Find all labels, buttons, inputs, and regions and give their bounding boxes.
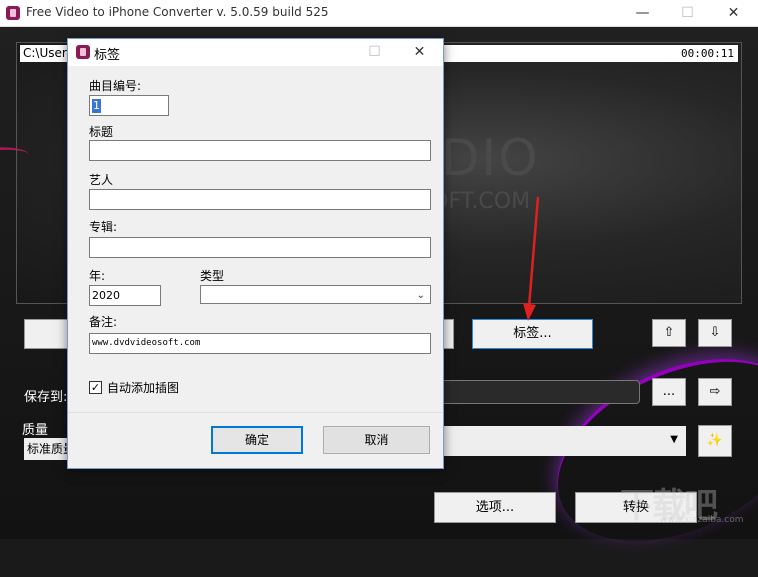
watermark-url: www.xiazaiba.com: [660, 515, 744, 525]
quality-dropdown[interactable]: ▼: [444, 426, 686, 456]
auto-cover-label[interactable]: 自动添加插图: [107, 379, 179, 396]
track-number-field[interactable]: 1: [89, 95, 169, 116]
genre-label: 类型: [200, 269, 225, 283]
red-arrow-annotation: [523, 196, 540, 321]
chevron-down-icon: ⌄: [416, 290, 425, 301]
logo-url-text: OFT.COM: [431, 189, 531, 214]
maximize-button[interactable]: ☐: [665, 0, 710, 27]
comment-label: 备注:: [89, 315, 118, 329]
auto-cover-checkbox[interactable]: ✓: [89, 381, 102, 394]
track-number-value: 1: [92, 99, 101, 113]
save-path-field[interactable]: [440, 380, 640, 404]
browse-button[interactable]: ...: [652, 378, 686, 406]
track-number-label: 曲目编号:: [89, 79, 142, 93]
tags-dialog: 标签 ☐ ✕ 曲目编号: 1 标题 艺人 专辑: 年: 2020 类型 ⌄ 备注…: [67, 38, 444, 469]
cancel-button[interactable]: 取消: [323, 426, 430, 454]
album-label: 专辑:: [89, 220, 118, 234]
magic-wand-button[interactable]: ✨: [698, 425, 732, 457]
app-title: Free Video to iPhone Converter v. 5.0.59…: [26, 5, 329, 19]
open-folder-button[interactable]: ⇨: [698, 378, 732, 406]
quality-select[interactable]: 标准质量: [24, 438, 68, 460]
title-field[interactable]: [89, 140, 431, 161]
file-path: C:\Users: [23, 46, 74, 60]
left-button[interactable]: [24, 319, 70, 349]
year-label: 年:: [89, 269, 106, 283]
title-label: 标题: [89, 125, 114, 139]
genre-select[interactable]: ⌄: [200, 285, 431, 304]
move-up-button[interactable]: ⇧: [652, 319, 686, 347]
app-icon: [76, 45, 90, 59]
logo-text: DIO: [441, 129, 540, 187]
minimize-button[interactable]: —: [620, 0, 665, 27]
ok-button[interactable]: 确定: [211, 426, 303, 454]
dialog-close-button[interactable]: ✕: [397, 39, 442, 66]
comment-field[interactable]: www.dvdvideosoft.com: [89, 333, 431, 354]
artist-field[interactable]: [89, 189, 431, 210]
album-field[interactable]: [89, 237, 431, 258]
title-bar: Free Video to iPhone Converter v. 5.0.59…: [0, 0, 758, 27]
artist-label: 艺人: [89, 173, 114, 187]
move-down-button[interactable]: ⇩: [698, 319, 732, 347]
save-to-label: 保存到:: [24, 390, 68, 405]
dialog-maximize-button[interactable]: ☐: [352, 39, 397, 66]
duration-text: 00:00:11: [681, 47, 734, 60]
year-field[interactable]: 2020: [89, 285, 161, 306]
chevron-down-icon: ▼: [670, 434, 678, 445]
dialog-title-bar: 标签 ☐ ✕: [68, 39, 443, 66]
options-button[interactable]: 选项...: [434, 492, 556, 523]
app-icon: [6, 6, 20, 20]
close-button[interactable]: ✕: [711, 0, 756, 27]
dialog-title: 标签: [94, 48, 121, 63]
quality-label: 质量: [22, 423, 49, 438]
